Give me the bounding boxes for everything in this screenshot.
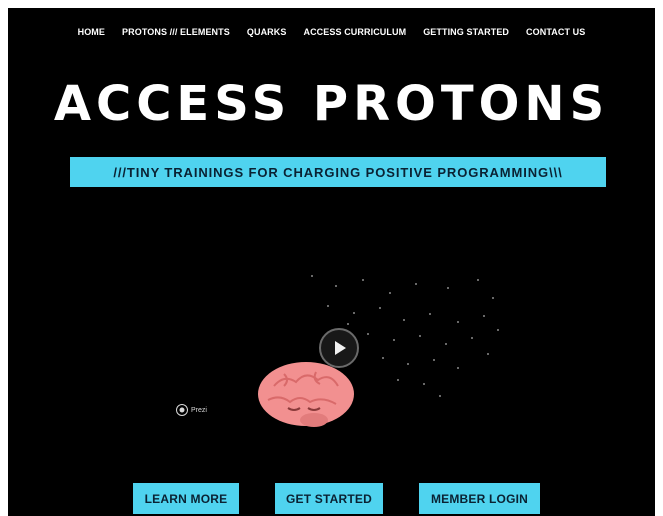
main-nav: HOME PROTONS /// ELEMENTS QUARKS ACCESS … <box>8 27 655 37</box>
get-started-button[interactable]: GET STARTED <box>275 483 383 514</box>
member-login-button[interactable]: MEMBER LOGIN <box>419 483 540 514</box>
nav-item-quarks[interactable]: QUARKS <box>247 27 287 37</box>
hero-tagline: ///TINY TRAININGS FOR CHARGING POSITIVE … <box>70 157 606 187</box>
nav-item-home[interactable]: HOME <box>78 27 105 37</box>
page: HOME PROTONS /// ELEMENTS QUARKS ACCESS … <box>8 8 655 516</box>
nav-item-contact-us[interactable]: CONTACT US <box>526 27 585 37</box>
prezi-label: Prezi <box>191 406 207 414</box>
prezi-logo-icon <box>176 404 188 416</box>
hero-title: ACCESS PROTONS <box>53 76 610 132</box>
nav-item-protons-elements[interactable]: PROTONS /// ELEMENTS <box>122 27 230 37</box>
nav-item-access-curriculum[interactable]: ACCESS CURRICULUM <box>303 27 406 37</box>
embedded-prezi-video[interactable]: Prezi <box>158 258 518 458</box>
brain-illustration <box>258 362 354 427</box>
prezi-badge[interactable]: Prezi <box>176 404 207 416</box>
learn-more-button[interactable]: LEARN MORE <box>133 483 239 514</box>
nav-item-getting-started[interactable]: GETTING STARTED <box>423 27 509 37</box>
